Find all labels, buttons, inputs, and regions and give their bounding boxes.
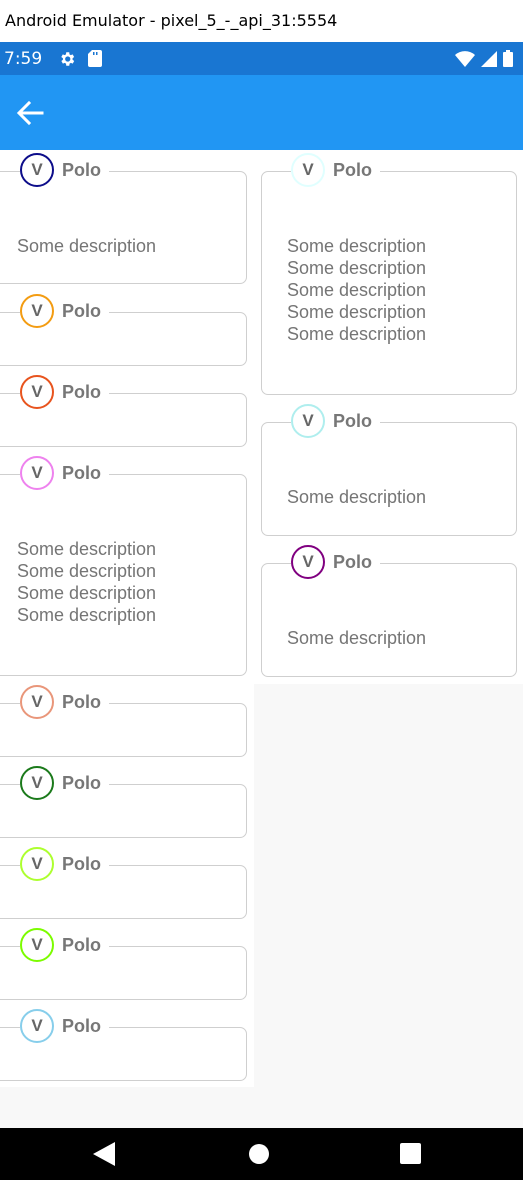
card-title: Polo xyxy=(62,462,101,483)
card-description: Some description xyxy=(287,487,427,507)
avatar: V xyxy=(291,404,325,438)
left-column: V Polo Some description V Polo V Polo V Polo Some… xyxy=(0,150,254,1087)
card-title: Polo xyxy=(62,853,101,874)
card[interactable]: V Polo Some description Some description S… xyxy=(0,453,247,676)
card[interactable]: V Polo xyxy=(0,291,247,366)
avatar: V xyxy=(20,456,54,490)
card[interactable]: V Polo xyxy=(0,844,247,919)
avatar: V xyxy=(291,545,325,579)
app-bar xyxy=(0,75,523,150)
card-description: Some description Some description Some d… xyxy=(17,539,157,625)
card[interactable]: V Polo xyxy=(0,763,247,838)
avatar: V xyxy=(20,1009,54,1043)
status-time: 7:59 xyxy=(4,48,43,69)
card[interactable]: V Polo xyxy=(0,372,247,447)
card[interactable]: V Polo Some description xyxy=(0,150,247,284)
card-header: V Polo xyxy=(20,150,109,190)
card-header: V Polo xyxy=(20,453,109,493)
card-description: Some description Some description Some d… xyxy=(287,236,427,344)
card-header: V Polo xyxy=(20,763,109,803)
card[interactable]: V Polo Some description Some description S… xyxy=(261,150,517,395)
nav-home-icon[interactable] xyxy=(248,1143,270,1165)
card-title: Polo xyxy=(62,691,101,712)
nav-back-icon[interactable] xyxy=(93,1142,115,1166)
signal-icon xyxy=(481,50,497,67)
battery-icon xyxy=(503,50,513,67)
card-title: Polo xyxy=(62,381,101,402)
card-header: V Polo xyxy=(291,401,380,441)
avatar: V xyxy=(20,928,54,962)
gear-icon xyxy=(61,51,75,66)
card-title: Polo xyxy=(62,772,101,793)
right-column: V Polo Some description Some description S… xyxy=(254,150,523,684)
avatar: V xyxy=(20,847,54,881)
avatar: V xyxy=(20,153,54,187)
back-arrow-icon[interactable] xyxy=(16,100,44,126)
card-title: Polo xyxy=(62,300,101,321)
card-header: V Polo xyxy=(20,844,109,884)
wifi-icon xyxy=(455,50,475,67)
card-header: V Polo xyxy=(20,291,109,331)
card-description: Some description xyxy=(17,236,157,256)
card[interactable]: V Polo xyxy=(0,925,247,1000)
card[interactable]: V Polo xyxy=(0,1006,247,1081)
card-title: Polo xyxy=(333,159,372,180)
card-header: V Polo xyxy=(20,1006,109,1046)
card[interactable]: V Polo Some description xyxy=(261,542,517,677)
card-title: Polo xyxy=(333,551,372,572)
card-title: Polo xyxy=(62,1015,101,1036)
card-header: V Polo xyxy=(291,542,380,582)
card-header: V Polo xyxy=(291,150,380,190)
card-header: V Polo xyxy=(20,372,109,412)
card[interactable]: V Polo Some description xyxy=(261,401,517,536)
sd-card-icon xyxy=(88,50,103,67)
avatar: V xyxy=(20,294,54,328)
avatar: V xyxy=(291,153,325,187)
status-bar: 7:59 xyxy=(0,42,523,75)
card-title: Polo xyxy=(62,159,101,180)
nav-recents-icon[interactable] xyxy=(400,1143,421,1164)
card-header: V Polo xyxy=(20,682,109,722)
avatar: V xyxy=(20,766,54,800)
card[interactable]: V Polo xyxy=(0,682,247,757)
card-title: Polo xyxy=(62,934,101,955)
navigation-bar xyxy=(0,1128,523,1180)
avatar: V xyxy=(20,685,54,719)
window-title: Android Emulator - pixel_5_-_api_31:5554 xyxy=(0,0,523,42)
card-header: V Polo xyxy=(20,925,109,965)
avatar: V xyxy=(20,375,54,409)
card-title: Polo xyxy=(333,410,372,431)
card-description: Some description xyxy=(287,628,427,648)
